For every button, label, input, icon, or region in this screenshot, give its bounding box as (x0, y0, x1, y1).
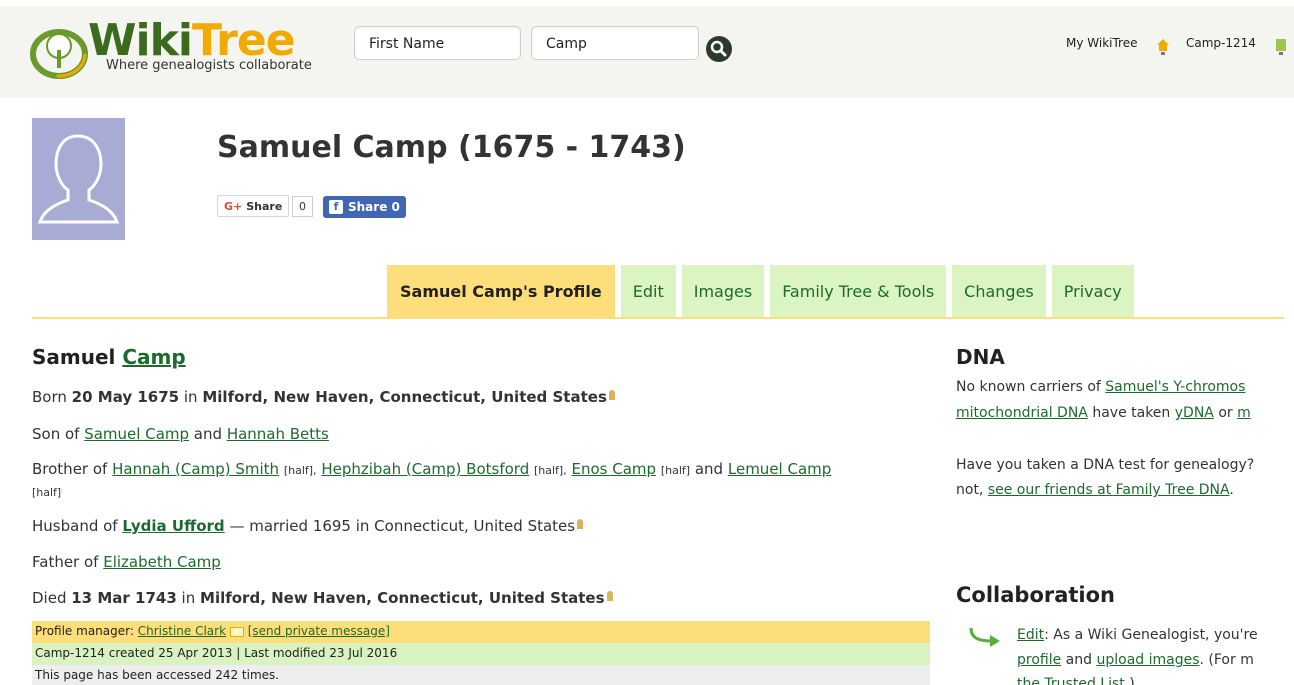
home-icon[interactable] (1156, 36, 1170, 56)
tree-logo-icon (30, 29, 88, 79)
death-date: 13 Mar 1743 (71, 589, 177, 607)
spouse-link[interactable]: Lydia Ufford (122, 517, 224, 535)
family-tree-dna-link[interactable]: see our friends at Family Tree DNA (988, 482, 1230, 498)
manager-link[interactable]: Christine Clark (138, 624, 226, 638)
first-name-input[interactable]: First Name (354, 26, 521, 60)
trusted-list-link[interactable]: the Trusted List (1017, 676, 1125, 685)
dna-line-2: mitochondrial DNA have taken yDNA or m (956, 405, 1251, 421)
birth-place: Milford, New Haven, Connecticut, United … (202, 388, 607, 406)
user-menu-icon[interactable] (1274, 36, 1286, 56)
collaboration-heading: Collaboration (956, 583, 1116, 607)
birth-line: Born 20 May 1675 in Milford, New Haven, … (32, 388, 615, 406)
surname-link[interactable]: Camp (122, 345, 185, 369)
dna-heading: DNA (956, 345, 1005, 369)
biography-section: Samuel Camp Born 20 May 1675 in Milford,… (32, 345, 932, 607)
dna-line-4: not, see our friends at Family Tree DNA. (956, 482, 1234, 498)
collab-line-3: the Trusted List.) (1017, 676, 1135, 685)
bio-heading: Samuel Camp (32, 345, 932, 369)
person-silhouette-icon (37, 134, 120, 224)
profile-tabs: Samuel Camp's Profile Edit Images Family… (387, 265, 1134, 317)
dna-line-3: Have you taken a DNA test for genealogy? (956, 457, 1255, 473)
facebook-icon: f (329, 200, 343, 214)
access-count: This page has been accessed 242 times. (32, 665, 930, 685)
given-name: Samuel (32, 345, 116, 369)
siblings-line: Brother of Hannah (Camp) Smith [half], H… (32, 460, 832, 478)
half-note: [half] (32, 486, 62, 499)
user-id-link[interactable]: Camp-1214 (1186, 36, 1256, 50)
profile-manager-bar: Profile manager: Christine Clark [send p… (32, 621, 930, 643)
search-button[interactable] (706, 36, 732, 62)
mtdna-link[interactable]: m (1237, 405, 1251, 421)
created-info: Camp-1214 created 25 Apr 2013 | Last mod… (32, 643, 930, 665)
mother-link[interactable]: Hannah Betts (227, 425, 329, 443)
profile-avatar (32, 118, 125, 240)
last-name-input[interactable]: Camp (531, 26, 699, 60)
search-icon (710, 40, 727, 57)
death-place: Milford, New Haven, Connecticut, United … (200, 589, 605, 607)
envelope-icon[interactable] (229, 626, 244, 637)
sibling-link[interactable]: Lemuel Camp (728, 460, 831, 478)
logo-tagline: Where genealogists collaborate (106, 58, 312, 73)
my-wikitree-menu[interactable]: My WikiTree (1066, 36, 1138, 50)
google-share-button[interactable]: G+ Share (217, 195, 290, 217)
ydna-link[interactable]: yDNA (1175, 405, 1214, 421)
facebook-share-button[interactable]: f Share 0 (323, 196, 406, 218)
google-plus-icon: G+ (224, 199, 243, 213)
tab-images[interactable]: Images (681, 265, 765, 317)
facebook-share-label: Share 0 (348, 200, 400, 214)
y-chromosome-link[interactable]: Samuel's Y-chromos (1105, 379, 1245, 395)
dna-line-1: No known carriers of Samuel's Y-chromos (956, 379, 1246, 395)
parents-line: Son of Samuel Camp and Hannah Betts (32, 425, 329, 443)
profile-link[interactable]: profile (1017, 652, 1061, 668)
sibling-link[interactable]: Hannah (Camp) Smith (112, 460, 279, 478)
wikitree-logo[interactable]: WikiTree Where genealogists collaborate (26, 16, 346, 82)
tab-profile[interactable]: Samuel Camp's Profile (387, 265, 615, 317)
tab-divider (32, 317, 1284, 319)
map-pin-icon[interactable] (606, 591, 613, 601)
google-share-label: Share (246, 199, 283, 213)
child-link[interactable]: Elizabeth Camp (103, 553, 221, 571)
upload-images-link[interactable]: upload images (1096, 652, 1199, 668)
tab-family-tree-tools[interactable]: Family Tree & Tools (770, 265, 947, 317)
edit-link[interactable]: Edit (1017, 627, 1044, 643)
death-line: Died 13 Mar 1743 in Milford, New Haven, … (32, 589, 613, 607)
site-header: WikiTree Where genealogists collaborate … (0, 0, 1294, 98)
sibling-link[interactable]: Enos Camp (572, 460, 657, 478)
father-link[interactable]: Samuel Camp (84, 425, 189, 443)
tab-edit[interactable]: Edit (620, 265, 676, 317)
map-pin-icon[interactable] (577, 519, 584, 529)
google-share-count: 0 (292, 196, 313, 217)
spouse-line: Husband of Lydia Ufford — married 1695 i… (32, 517, 584, 535)
profile-title: Samuel Camp (1675 - 1743) (217, 130, 686, 165)
tab-changes[interactable]: Changes (952, 265, 1046, 317)
curved-arrow-icon (969, 627, 1000, 647)
map-pin-icon[interactable] (608, 390, 615, 400)
children-line: Father of Elizabeth Camp (32, 553, 221, 571)
collab-line-1: Edit: As a Wiki Genealogist, you're (1017, 627, 1258, 643)
birth-date: 20 May 1675 (71, 388, 180, 406)
sibling-link[interactable]: Hephzibah (Camp) Botsford (321, 460, 529, 478)
collab-line-2: profile and upload images. (For m (1017, 652, 1254, 668)
send-message-link[interactable]: [send private message] (248, 624, 390, 638)
mitochondrial-dna-link[interactable]: mitochondrial DNA (956, 405, 1088, 421)
tab-privacy[interactable]: Privacy (1051, 265, 1134, 317)
